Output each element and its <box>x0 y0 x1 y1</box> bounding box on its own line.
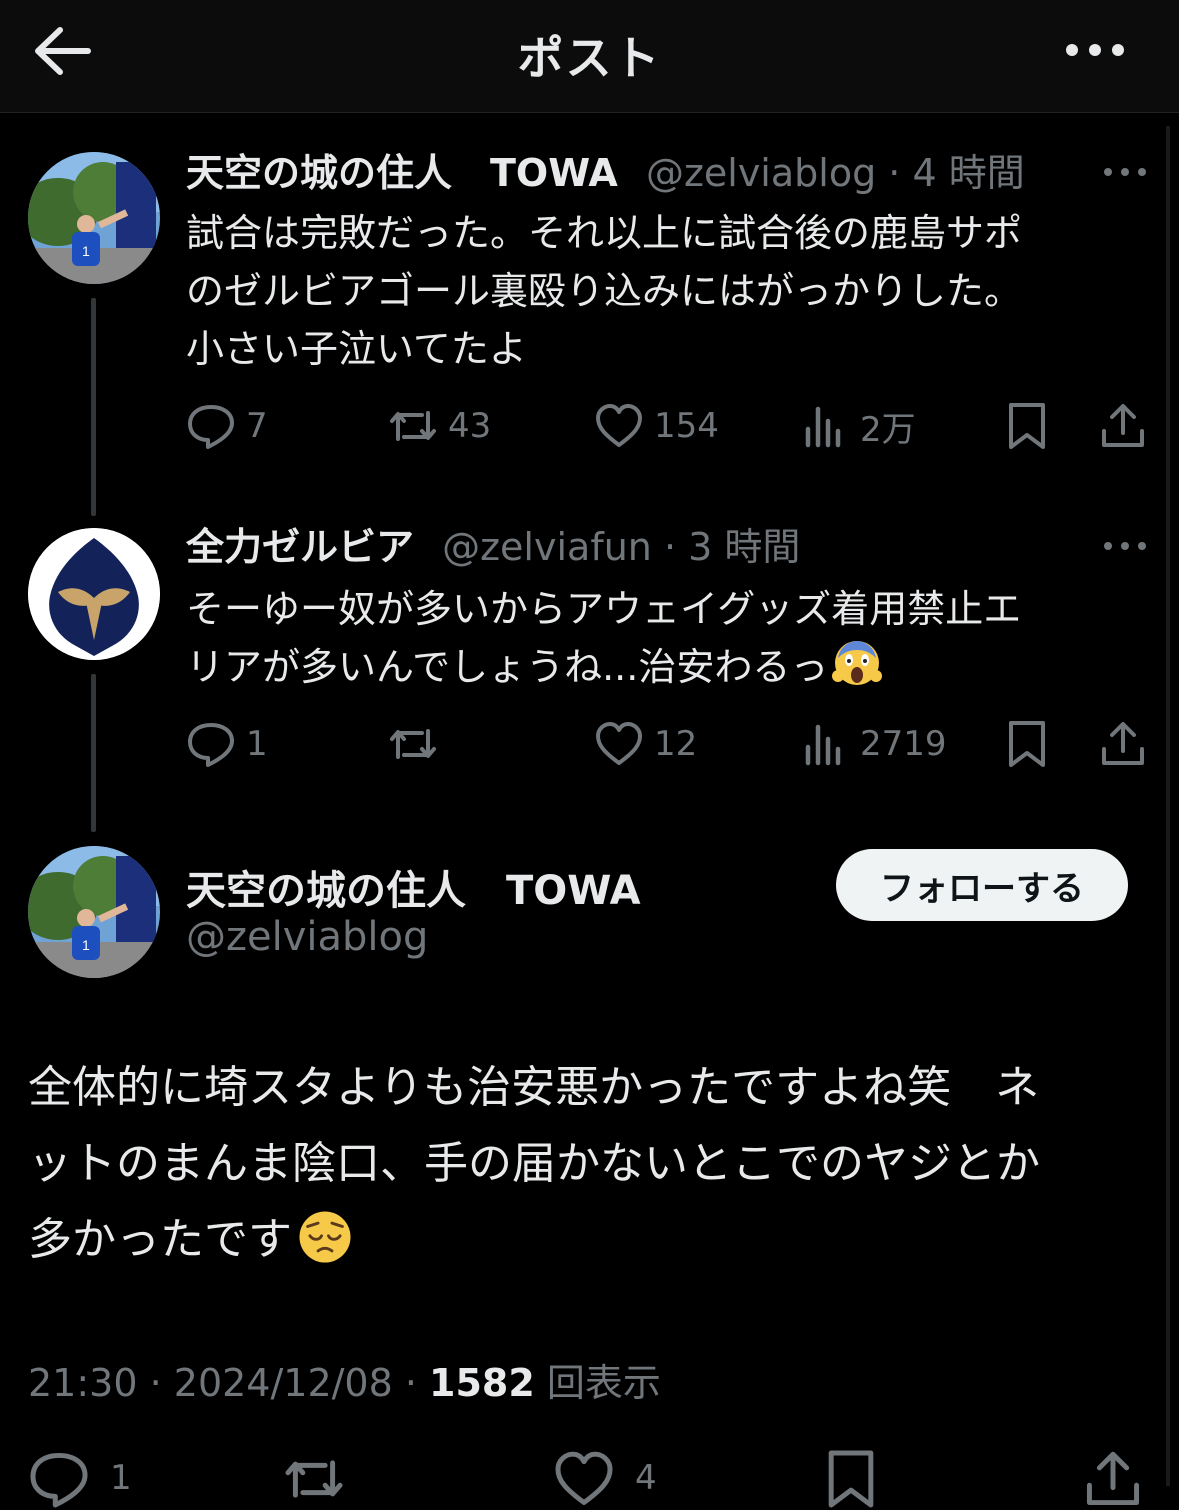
reply-button[interactable]: 1 <box>186 714 268 774</box>
tweet-header: 全力ゼルビア @zelviafun · 3 時間 <box>186 522 800 572</box>
retweet-button[interactable]: 43 <box>388 396 491 456</box>
reply-button[interactable]: 7 <box>186 396 268 456</box>
display-name[interactable]: 全力ゼルビア <box>186 525 414 569</box>
retweet-icon <box>285 1460 343 1498</box>
tweet-text-content: そーゆー奴が多いからアウェイグッズ着用禁止エ リアが多いんでしょうね...治安わ… <box>186 587 1022 689</box>
timestamp[interactable]: 3 時間 <box>688 525 800 569</box>
post-date: 2024/12/08 <box>173 1361 393 1405</box>
timestamp[interactable]: 4 時間 <box>912 151 1024 195</box>
views-count: 2万 <box>860 409 916 450</box>
views-icon <box>805 406 841 448</box>
bookmark-icon <box>828 1450 874 1508</box>
handle[interactable]: @zelviablog <box>186 914 428 960</box>
reply-icon <box>188 405 234 449</box>
views-icon <box>805 724 841 766</box>
share-button[interactable] <box>1098 714 1148 774</box>
screaming-face-emoji <box>832 641 883 685</box>
tweet-text: そーゆー奴が多いからアウェイグッズ着用禁止エ リアが多いんでしょうね...治安わ… <box>186 580 1146 696</box>
share-icon <box>1102 722 1144 765</box>
separator: · <box>651 525 689 569</box>
scrollbar[interactable] <box>1166 126 1170 1486</box>
tweet-header: 天空の城の住人 TOWA @zelviablog · 4 時間 <box>186 148 1025 198</box>
like-count: 154 <box>654 406 719 446</box>
reply-count: 1 <box>246 724 268 764</box>
bookmark-button[interactable] <box>1002 714 1052 774</box>
retweet-count: 43 <box>448 406 492 446</box>
display-name[interactable]: 天空の城の住人 TOWA <box>186 151 618 195</box>
more-horizontal-icon[interactable] <box>1062 30 1132 70</box>
bookmark-icon <box>1009 403 1045 449</box>
tweet-actions: 7 43 154 2万 <box>186 396 1146 456</box>
views-number[interactable]: 1582 <box>429 1361 535 1405</box>
svg-text:1: 1 <box>82 937 90 953</box>
main-tweet-text-content: 全体的に埼スタよりも治安悪かったですよね笑 ネ ットのまんま陰口、手の届かないと… <box>28 1062 1040 1265</box>
views-count: 2719 <box>860 724 947 764</box>
avatar[interactable]: 1 <box>28 152 160 284</box>
handle[interactable]: @zelviafun <box>442 525 652 569</box>
share-icon <box>1086 1451 1140 1506</box>
post-time: 21:30 <box>28 1361 138 1405</box>
views-button[interactable]: 2719 <box>800 714 947 774</box>
main-tweet-text: 全体的に埼スタよりも治安悪かったですよね笑 ネ ットのまんま陰口、手の届かないと… <box>28 1050 1148 1278</box>
like-count: 4 <box>635 1458 657 1498</box>
thread-line <box>91 298 96 516</box>
reply-button[interactable]: 1 <box>28 1448 132 1510</box>
display-name[interactable]: 天空の城の住人 TOWA <box>186 858 641 916</box>
separator: · <box>876 151 913 195</box>
heart-icon <box>555 1451 613 1506</box>
avatar[interactable] <box>28 528 160 660</box>
tweet-actions: 1 12 2719 <box>186 714 1146 774</box>
views-label: 回表示 <box>534 1361 661 1405</box>
share-button[interactable] <box>1098 396 1148 456</box>
more-options-icon[interactable] <box>1100 536 1150 556</box>
top-bar: ポスト <box>0 0 1179 113</box>
follow-button[interactable]: フォローする <box>836 849 1128 921</box>
bookmark-button[interactable] <box>820 1448 882 1510</box>
retweet-button[interactable] <box>388 714 448 774</box>
views-button[interactable]: 2万 <box>800 396 916 456</box>
like-count: 12 <box>654 724 698 764</box>
reply-count: 1 <box>110 1458 132 1498</box>
retweet-button[interactable] <box>283 1448 345 1510</box>
bookmark-button[interactable] <box>1002 396 1052 456</box>
like-button[interactable]: 12 <box>594 714 697 774</box>
thread-line <box>91 674 96 832</box>
retweet-icon <box>390 411 436 441</box>
more-options-icon[interactable] <box>1100 162 1150 182</box>
handle[interactable]: @zelviablog <box>646 151 876 195</box>
share-icon <box>1102 404 1144 447</box>
like-button[interactable]: 154 <box>594 396 719 456</box>
heart-icon <box>596 404 642 447</box>
separator: · <box>392 1361 430 1405</box>
post-meta: 21:30 · 2024/12/08 · 1582 回表示 <box>28 1352 661 1407</box>
reply-icon <box>30 1452 88 1508</box>
retweet-icon <box>390 729 436 759</box>
main-tweet-actions: 1 4 <box>28 1448 1148 1508</box>
avatar[interactable]: 1 <box>28 846 160 978</box>
share-button[interactable] <box>1082 1448 1144 1510</box>
bookmark-icon <box>1009 721 1045 767</box>
heart-icon <box>596 722 642 765</box>
svg-text:1: 1 <box>82 243 90 259</box>
like-button[interactable]: 4 <box>553 1448 657 1510</box>
tweet-text: 試合は完敗だった。それ以上に試合後の鹿島サポ のゼルビアゴール裏殴り込みにはがっ… <box>186 211 1023 371</box>
reply-icon <box>188 723 234 767</box>
separator: · <box>137 1361 174 1405</box>
reply-count: 7 <box>246 406 268 446</box>
pensive-face-emoji <box>299 1211 351 1263</box>
page-title: ポスト <box>517 31 662 85</box>
